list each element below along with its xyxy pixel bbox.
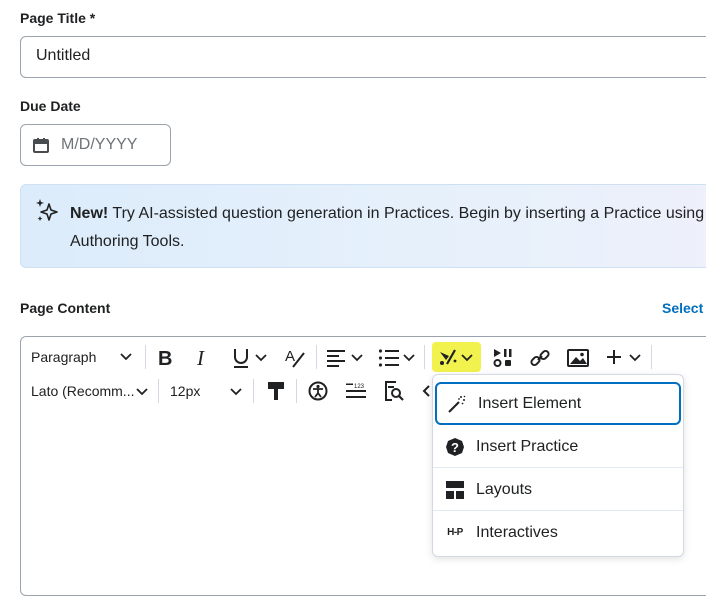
media-grid-icon[interactable] (492, 347, 514, 369)
paragraph-format-select[interactable]: Paragraph (31, 349, 96, 365)
required-mark: * (85, 10, 96, 26)
menu-item-interactives[interactable]: H-P Interactives (433, 511, 683, 554)
chevron-down-icon (461, 354, 473, 362)
toolbar-divider (651, 345, 652, 369)
toolbar-divider (296, 379, 297, 403)
svg-text:I: I (196, 348, 205, 368)
due-date-label: Due Date (20, 98, 81, 114)
layout-icon (445, 480, 465, 500)
banner-line1: Try AI-assisted question generation in P… (108, 205, 705, 222)
chevron-down-icon[interactable] (351, 353, 363, 363)
format-painter-icon[interactable] (266, 381, 286, 401)
menu-item-label: Interactives (476, 523, 558, 541)
due-date-field[interactable]: M/D/YYYY (20, 124, 171, 166)
source-code-icon[interactable] (421, 383, 431, 399)
word-count-icon[interactable]: 123 (345, 382, 367, 400)
menu-item-layouts[interactable]: Layouts (433, 468, 683, 511)
page-title-label: Page Title * (20, 10, 95, 26)
banner-new-label: New! (70, 205, 109, 222)
page-title-value: Untitled (36, 47, 91, 64)
ai-feature-banner: New! Try AI-assisted question generation… (20, 184, 706, 268)
text-style-icon[interactable]: A (284, 347, 306, 369)
paragraph-format-label: Paragraph (31, 349, 97, 365)
svg-text:B: B (158, 348, 172, 368)
toolbar-divider (158, 379, 159, 403)
chevron-down-icon (136, 388, 148, 396)
toolbar-divider (253, 379, 254, 403)
italic-icon[interactable]: I (195, 348, 211, 368)
svg-text:A: A (285, 348, 295, 365)
menu-item-label: Layouts (476, 480, 533, 498)
bullet-list-icon[interactable] (378, 348, 400, 368)
plus-icon[interactable] (606, 349, 622, 365)
page-title-input[interactable]: Untitled (20, 36, 706, 78)
sparkle-icon (36, 199, 58, 221)
find-replace-icon[interactable] (384, 381, 404, 401)
menu-item-insert-element[interactable]: Insert Element (435, 382, 681, 425)
chevron-down-icon[interactable] (255, 353, 267, 363)
question-circle-icon: ? (445, 437, 465, 457)
font-size-label: 12px (170, 383, 201, 399)
insert-menu: Insert Element ? Insert Practice Layouts… (432, 374, 684, 557)
font-family-select[interactable]: Lato (Recomm... (31, 383, 134, 399)
toolbar-divider (424, 345, 425, 369)
image-icon[interactable] (567, 348, 589, 368)
font-size-select[interactable]: 12px (170, 383, 200, 399)
align-left-icon[interactable] (326, 349, 346, 367)
accessibility-icon[interactable] (308, 381, 328, 401)
h5p-icon: H-P (447, 527, 463, 538)
magic-wand-icon (447, 394, 467, 414)
font-family-label: Lato (Recomm... (31, 383, 135, 399)
calendar-icon (33, 137, 49, 153)
svg-text:?: ? (451, 440, 459, 455)
select-link[interactable]: Select (662, 300, 703, 316)
toolbar-divider (145, 345, 146, 369)
bold-icon[interactable]: B (157, 348, 175, 368)
chevron-down-icon[interactable] (629, 353, 641, 363)
chevron-down-icon (230, 388, 242, 396)
banner-line2: Authoring Tools. (70, 233, 185, 250)
chevron-down-icon[interactable] (403, 353, 415, 363)
svg-text:123: 123 (354, 384, 365, 390)
toolbar-divider (316, 345, 317, 369)
menu-item-label: Insert Element (478, 394, 582, 412)
menu-item-label: Insert Practice (476, 437, 579, 455)
due-date-placeholder: M/D/YYYY (61, 136, 138, 153)
menu-item-insert-practice[interactable]: ? Insert Practice (433, 425, 683, 468)
page-content-label: Page Content (20, 300, 111, 316)
underline-icon[interactable] (231, 347, 251, 369)
insert-stuff-icon (440, 349, 457, 365)
chevron-down-icon (120, 353, 132, 361)
banner-text: New! Try AI-assisted question generation… (70, 200, 706, 256)
page-title-label-text: Page Title (20, 10, 86, 26)
link-icon[interactable] (529, 347, 551, 369)
